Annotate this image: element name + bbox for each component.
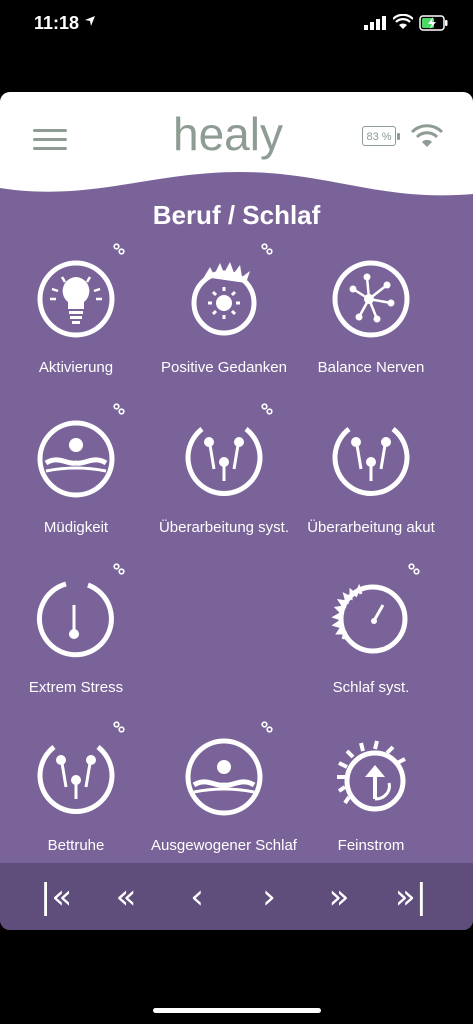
next-fast-button[interactable]: » [319, 877, 359, 917]
battery-charging-icon [419, 15, 448, 31]
program-label: Bettruhe [47, 837, 105, 854]
program-label: Müdigkeit [43, 519, 109, 536]
link-icon [261, 243, 273, 255]
wifi-status-icon [393, 14, 413, 29]
program-label: Überarbeitung syst. [158, 519, 290, 536]
link-icon [113, 243, 125, 255]
sun-burst-icon [191, 262, 257, 336]
link-icon [261, 721, 273, 733]
link-icon [113, 403, 125, 415]
cellular-signal-icon [364, 16, 386, 30]
device-battery-indicator: 83 % [362, 126, 400, 146]
location-arrow-icon [85, 16, 95, 26]
link-icon [408, 563, 420, 575]
link-icon [113, 721, 125, 733]
previous-fast-button[interactable]: « [106, 877, 146, 917]
bed-rest-icon [37, 745, 115, 814]
program-label: Schlaf syst. [332, 679, 410, 696]
overwork-systemic-icon [185, 427, 263, 496]
home-indicator[interactable] [153, 1008, 321, 1013]
program-positive-gedanken[interactable]: Positive Gedanken [149, 243, 299, 397]
last-page-button[interactable]: »| [391, 877, 431, 917]
program-schlaf-syst[interactable]: Schlaf syst. [296, 563, 446, 717]
program-label: Ausgewogener Schlaf [151, 837, 297, 854]
neuron-icon [332, 260, 410, 338]
section-title: Beruf / Schlaf [152, 200, 321, 230]
program-label: Balance Nerven [317, 359, 425, 376]
program-ueberarbeitung-syst[interactable]: Überarbeitung syst. [149, 403, 299, 557]
program-extrem-stress[interactable]: Extrem Stress [1, 563, 151, 717]
program-ueberarbeitung-akut[interactable]: Überarbeitung akut [296, 407, 446, 557]
next-button[interactable]: › [249, 877, 289, 917]
healy-logo: healy [173, 110, 283, 160]
hamburger-menu-icon[interactable] [33, 129, 67, 153]
status-time: 11:18 [34, 13, 80, 33]
program-bettruhe[interactable]: Bettruhe [1, 721, 151, 875]
logo-text: healy [173, 110, 283, 160]
program-ausgewogener-schlaf[interactable]: Ausgewogener Schlaf [149, 721, 299, 875]
program-label: Extrem Stress [28, 679, 124, 696]
app-panel: healy 83 % Beruf / Schlaf Aktivierung Po… [0, 92, 473, 930]
program-label: Positive Gedanken [161, 359, 287, 376]
program-muedigkeit[interactable]: Müdigkeit [1, 403, 151, 557]
overwork-acute-icon [332, 427, 410, 496]
program-label: Überarbeitung akut [307, 519, 435, 536]
program-feinstrom[interactable]: Feinstrom [296, 725, 446, 875]
program-balance-nerven[interactable]: Balance Nerven [296, 247, 446, 397]
lightbulb-icon [37, 260, 115, 338]
pagination-bar: |« « ‹ › » »| [0, 863, 473, 930]
sleep-systemic-icon [331, 583, 408, 654]
wifi-connection-icon[interactable] [411, 123, 443, 149]
app-header: healy 83 % [0, 92, 473, 207]
first-page-button[interactable]: |« [36, 877, 76, 917]
balanced-sleep-icon [185, 738, 263, 816]
program-label: Aktivierung [38, 359, 114, 376]
extreme-stress-icon [37, 581, 114, 658]
status-bar: 11:18 [0, 0, 473, 50]
previous-button[interactable]: ‹ [177, 877, 217, 917]
program-label: Feinstrom [337, 837, 405, 854]
link-icon [261, 403, 273, 415]
program-aktivierung[interactable]: Aktivierung [1, 243, 151, 397]
link-icon [113, 563, 125, 575]
fine-current-icon [337, 740, 406, 812]
tired-face-icon [37, 420, 115, 498]
